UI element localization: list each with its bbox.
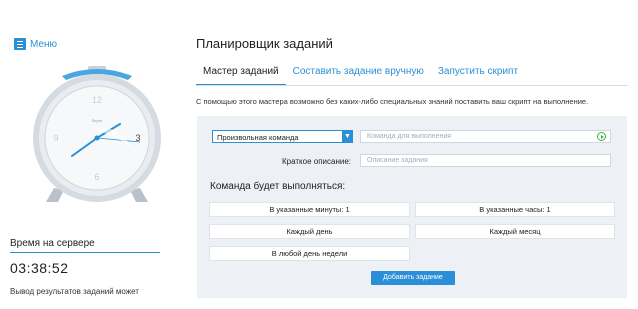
clock-number-12: 12 — [92, 95, 102, 105]
option-daily[interactable]: Каждый день — [209, 224, 410, 239]
option-hours[interactable]: В указанные часы: 1 — [415, 202, 615, 217]
play-icon[interactable] — [597, 132, 606, 141]
add-task-button[interactable]: Добавить задание — [371, 271, 455, 285]
results-note: Вывод результатов заданий может — [10, 287, 139, 296]
clock-number-6: 6 — [94, 172, 99, 182]
server-time-divider — [10, 252, 160, 253]
page-title: Планировщик заданий — [196, 36, 333, 51]
chevron-down-icon[interactable]: ▼ — [342, 130, 353, 143]
command-type-select[interactable]: Произвольная команда — [212, 130, 353, 143]
server-time-value: 03:38:52 — [10, 260, 69, 276]
tab-wizard[interactable]: Мастер заданий — [196, 62, 286, 86]
menu-label: Меню — [30, 38, 58, 50]
clock-number-9: 9 — [53, 133, 58, 143]
alarm-clock-illustration: 12 3 6 9 Ѕерег — [33, 66, 161, 202]
server-time-title: Время на сервере — [10, 238, 95, 249]
clock-brand: Ѕерег — [92, 118, 103, 123]
option-monthly[interactable]: Каждый месяц — [415, 224, 615, 239]
schedule-title: Команда будет выполняться: — [210, 181, 346, 192]
command-input[interactable]: Команда для выполнения — [360, 130, 611, 143]
tab-manual[interactable]: Составить задание вручную — [286, 62, 431, 86]
description-label: Краткое описание: — [282, 157, 352, 166]
description-input[interactable]: Описание задания — [360, 154, 611, 167]
tab-run-script[interactable]: Запустить скрипт — [431, 62, 525, 86]
option-minutes[interactable]: В указанные минуты: 1 — [209, 202, 410, 217]
menu-button[interactable]: Меню — [14, 38, 57, 50]
hamburger-icon — [14, 38, 26, 50]
tab-bar: Мастер заданий Составить задание вручную… — [196, 62, 525, 86]
intro-text: С помощью этого мастера возможно без как… — [196, 97, 589, 106]
tabs-divider — [196, 85, 628, 86]
option-weekday[interactable]: В любой день недели — [209, 246, 410, 261]
